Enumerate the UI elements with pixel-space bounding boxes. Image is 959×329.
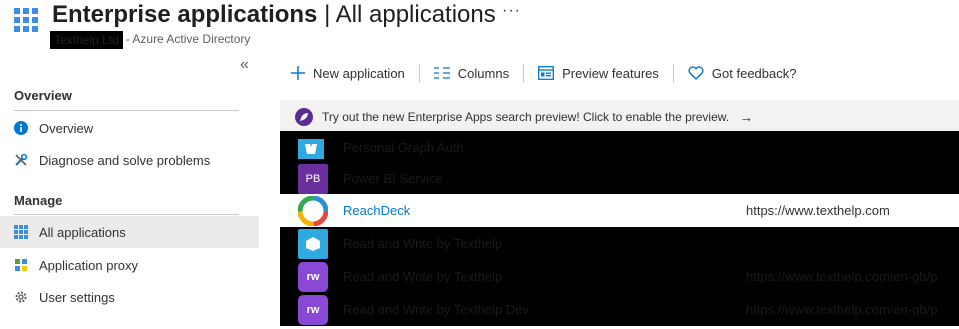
sidebar-item-label: Application proxy: [39, 257, 138, 273]
app-logo-icon: [298, 139, 324, 159]
subtitle-text: - Azure Active Directory: [125, 32, 251, 47]
gear-icon: [14, 290, 28, 304]
section-manage-title: Manage: [14, 193, 63, 208]
sidebar-item-label: Overview: [39, 120, 94, 136]
toolbar-divider: [523, 64, 525, 82]
proxy-icon: [14, 258, 28, 272]
got-feedback-label: Got feedback?: [711, 65, 797, 81]
enterprise-apps-icon: [14, 8, 38, 32]
more-options-button[interactable]: ···: [502, 2, 521, 20]
app-homepage-url: https://www.texthelp.com: [746, 203, 890, 218]
got-feedback-button[interactable]: Got feedback?: [682, 61, 803, 85]
applications-list: Personal Graph Auth PB Power BI Service …: [280, 131, 959, 329]
table-row[interactable]: ReachDeck https://www.texthelp.com: [280, 194, 959, 227]
table-row[interactable]: Personal Graph Auth: [280, 131, 959, 164]
sidebar-item-label: All applications: [39, 224, 126, 240]
search-preview-banner[interactable]: Try out the new Enterprise Apps search p…: [280, 100, 959, 133]
section-overview-title: Overview: [14, 88, 72, 103]
wrench-icon: [14, 153, 28, 167]
info-icon: [14, 121, 28, 135]
sidebar-item-user-settings[interactable]: User settings: [0, 281, 259, 313]
sidebar-item-label: User settings: [39, 289, 115, 305]
preview-features-button[interactable]: Preview features: [532, 61, 665, 85]
table-row[interactable]: rw Read and Write by Texthelp https://ww…: [280, 260, 959, 293]
preview-icon: [538, 66, 555, 80]
new-application-button[interactable]: New application: [285, 61, 411, 85]
preview-features-label: Preview features: [562, 65, 659, 81]
sidebar-item-overview[interactable]: Overview: [0, 112, 259, 144]
app-logo-icon: rw: [298, 294, 328, 325]
app-homepage-url: https://www.texthelp.com/en-gb/p: [746, 269, 938, 284]
app-name[interactable]: ReachDeck: [343, 203, 410, 218]
arrow-right-icon: →: [739, 108, 754, 125]
table-row[interactable]: rw Read and Write by Texthelp Dev https:…: [280, 293, 959, 326]
table-row[interactable]: PB Power BI Service: [280, 162, 959, 195]
toolbar-divider: [672, 64, 674, 82]
app-name[interactable]: Personal Graph Auth: [343, 140, 464, 155]
columns-button[interactable]: Columns: [428, 61, 515, 85]
app-name[interactable]: Read and Write by Texthelp Dev: [343, 302, 529, 317]
heart-icon: [688, 66, 704, 80]
banner-text: Try out the new Enterprise Apps search p…: [322, 109, 730, 124]
app-logo-icon: rw: [298, 261, 328, 292]
page-title: Enterprise applications | All applicatio…: [52, 1, 496, 29]
app-name[interactable]: Read and Write by Texthelp: [343, 269, 502, 284]
sidebar-item-all-applications[interactable]: All applications: [0, 216, 259, 248]
command-bar: New application Columns Preview features…: [285, 60, 802, 86]
page-subtitle: Texthelp Ltd - Azure Active Directory: [50, 31, 250, 49]
columns-label: Columns: [457, 65, 510, 81]
toolbar-divider: [418, 64, 420, 82]
columns-icon: [433, 67, 450, 79]
page-title-bold: Enterprise applications: [52, 1, 318, 28]
plus-icon: [291, 66, 305, 80]
section-divider: [14, 214, 239, 215]
reachdeck-logo-icon: [298, 195, 328, 226]
rocket-icon: [295, 107, 313, 126]
sidebar-item-diagnose[interactable]: Diagnose and solve problems: [0, 144, 259, 176]
table-row[interactable]: Read and Write by Texthelp: [280, 227, 959, 260]
app-logo-icon: PB: [298, 163, 328, 194]
sidebar-item-label: Diagnose and solve problems: [39, 152, 211, 168]
sidebar-item-application-proxy[interactable]: Application proxy: [0, 249, 259, 281]
app-name[interactable]: Read and Write by Texthelp: [343, 236, 502, 251]
tenant-name: Texthelp Ltd: [50, 31, 123, 49]
page-title-rest: | All applications: [317, 1, 496, 28]
new-application-label: New application: [313, 65, 405, 81]
app-homepage-url: https://www.texthelp.com/en-gb/p: [746, 302, 938, 317]
section-divider: [14, 110, 239, 111]
app-name[interactable]: Power BI Service: [343, 171, 443, 186]
collapse-sidebar-button[interactable]: «: [240, 56, 249, 74]
grid-icon: [14, 225, 28, 239]
app-logo-icon: [298, 228, 328, 259]
